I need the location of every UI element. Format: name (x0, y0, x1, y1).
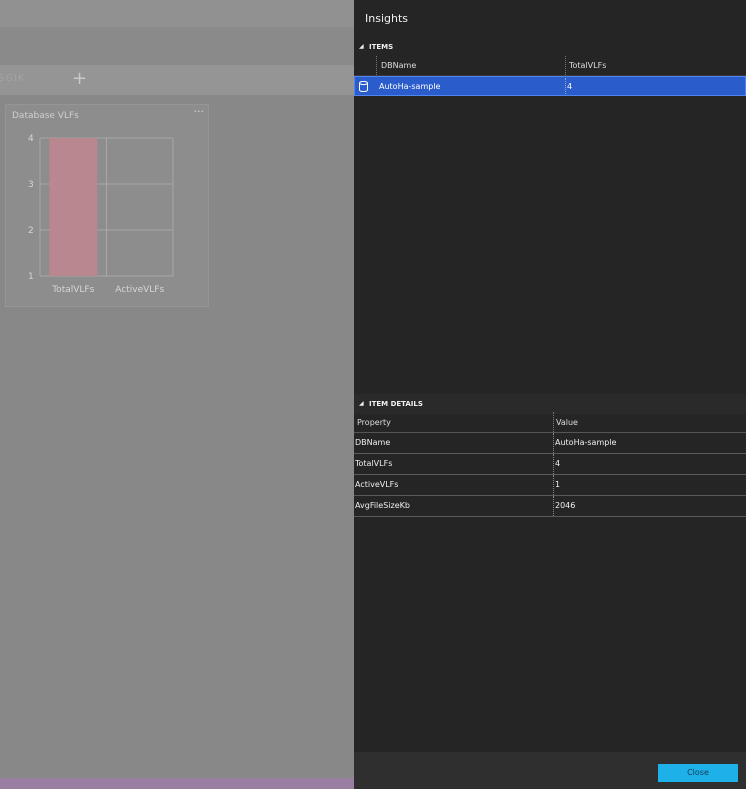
x-tick-label: TotalVLFs (51, 285, 94, 295)
items-section-header[interactable]: ◢ ITEMS (354, 40, 746, 54)
items-grid: DBName TotalVLFs AutoHa-sample 4 (354, 56, 746, 96)
close-button[interactable]: Close (658, 764, 738, 782)
item-details-section-header[interactable]: ◢ ITEM DETAILS (354, 397, 746, 411)
detail-row[interactable]: AvgFileSizeKb 2046 (354, 496, 746, 517)
item-details-grid: Property Value DBName AutoHa-sample Tota… (354, 412, 746, 517)
widget-title: Database VLFs (12, 111, 79, 121)
dashboard-background: SGIK + 1 2 3 4 TotalVLFs ActiveVLFs Database … (0, 0, 354, 789)
column-header-totalvlfs[interactable]: TotalVLFs (569, 61, 606, 70)
collapse-triangle-icon[interactable]: ◢ (359, 400, 364, 407)
cell-divider (565, 78, 566, 94)
column-divider[interactable] (565, 56, 566, 75)
more-options-icon[interactable]: ··· (194, 105, 205, 118)
row-dbname: AutoHa-sample (379, 82, 441, 91)
detail-row[interactable]: TotalVLFs 4 (354, 454, 746, 475)
item-details-section-label: ITEM DETAILS (369, 400, 423, 408)
dashboard-tab[interactable]: SGIK (0, 73, 26, 84)
plus-icon[interactable]: + (72, 68, 87, 90)
cell-divider (553, 496, 554, 516)
panel-footer: Close (354, 752, 746, 789)
detail-row[interactable]: DBName AutoHa-sample (354, 433, 746, 454)
cell-divider (553, 454, 554, 474)
detail-row[interactable]: ActiveVLFs 1 (354, 475, 746, 496)
detail-property: ActiveVLFs (355, 480, 399, 489)
database-icon (359, 81, 368, 92)
y-tick-label: 4 (28, 134, 34, 144)
dashboard-top-bar (0, 0, 354, 27)
table-row[interactable]: AutoHa-sample 4 (354, 76, 746, 96)
dashboard-header-band (0, 27, 354, 65)
detail-property: AvgFileSizeKb (355, 501, 410, 510)
x-tick-label: ActiveVLFs (115, 285, 164, 295)
column-header-value[interactable]: Value (556, 418, 578, 427)
detail-value: 2046 (555, 501, 576, 510)
cell-divider (553, 433, 554, 453)
insights-panel: Insights ◢ ITEMS DBName TotalVLFs AutoHa… (354, 0, 746, 789)
detail-value: AutoHa-sample (555, 438, 617, 447)
detail-property: TotalVLFs (355, 459, 393, 468)
details-grid-header: Property Value (354, 412, 746, 433)
column-header-dbname[interactable]: DBName (381, 61, 416, 70)
detail-value: 1 (555, 480, 561, 489)
vlf-bar-chart: 1 2 3 4 TotalVLFs ActiveVLFs (28, 134, 174, 295)
items-grid-header: DBName TotalVLFs (354, 56, 746, 76)
panel-title: Insights (365, 12, 409, 25)
column-header-property[interactable]: Property (357, 418, 391, 427)
bar (49, 138, 98, 276)
items-section-label: ITEMS (369, 43, 394, 51)
column-divider (376, 56, 377, 75)
column-divider[interactable] (553, 412, 554, 432)
database-vlfs-widget: 1 2 3 4 TotalVLFs ActiveVLFs Database VLFs ··… (5, 104, 209, 307)
y-tick-label: 2 (28, 226, 34, 236)
row-totalvlfs: 4 (567, 82, 573, 91)
status-strip (0, 778, 354, 789)
cell-divider (553, 475, 554, 495)
detail-value: 4 (555, 459, 561, 468)
collapse-triangle-icon[interactable]: ◢ (359, 43, 364, 50)
dashboard-tab-bar (0, 65, 354, 95)
detail-property: DBName (355, 438, 391, 447)
y-tick-label: 3 (28, 180, 34, 190)
y-tick-label: 1 (28, 272, 34, 282)
